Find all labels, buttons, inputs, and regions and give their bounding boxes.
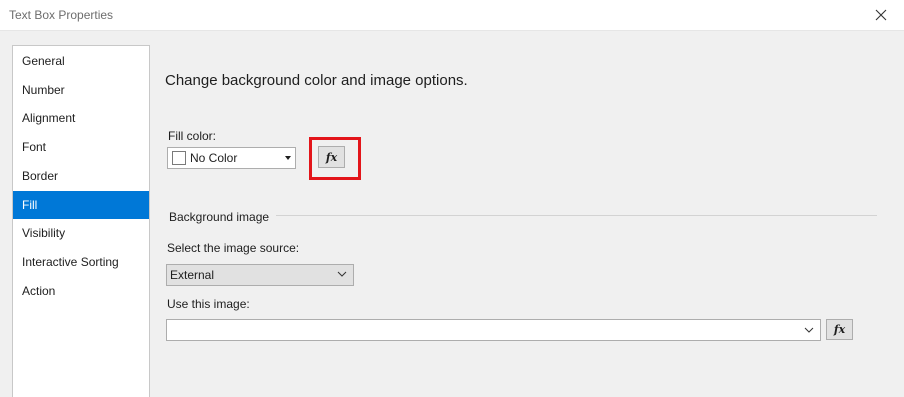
fx-icon: fx: [833, 323, 846, 336]
image-source-value: External: [170, 268, 215, 282]
fill-expression-button[interactable]: fx: [318, 146, 345, 168]
sidebar-item-fill[interactable]: Fill: [13, 191, 149, 219]
page-heading: Change background color and image option…: [165, 72, 468, 89]
dropdown-arrow-icon: [285, 156, 291, 160]
sidebar-item-number[interactable]: Number: [13, 76, 149, 104]
color-swatch: [172, 151, 186, 165]
sidebar-item-visibility[interactable]: Visibility: [13, 219, 149, 247]
chevron-down-icon: [337, 271, 347, 277]
fx-icon: fx: [325, 150, 338, 164]
chevron-down-icon[interactable]: [804, 325, 814, 335]
image-source-select[interactable]: External: [166, 264, 354, 286]
window-title: Text Box Properties: [9, 8, 114, 22]
sidebar-item-interactive-sorting[interactable]: Interactive Sorting: [13, 248, 149, 276]
sidebar-item-action[interactable]: Action: [13, 277, 149, 305]
sidebar-item-label: Number: [22, 83, 65, 97]
sidebar-item-font[interactable]: Font: [13, 133, 149, 161]
image-expression-button[interactable]: fx: [826, 319, 853, 340]
close-button[interactable]: [858, 0, 904, 30]
close-icon: [875, 9, 887, 21]
sidebar-item-general[interactable]: General: [13, 47, 149, 75]
sidebar-item-label: Alignment: [22, 111, 76, 125]
sidebar-item-label: Font: [22, 140, 47, 154]
image-combobox[interactable]: [166, 319, 821, 341]
sidebar-item-label: Interactive Sorting: [22, 255, 119, 269]
sidebar-item-label: Fill: [22, 198, 38, 212]
sidebar-item-label: Visibility: [22, 226, 66, 240]
use-image-label: Use this image:: [167, 297, 250, 311]
sidebar-item-border[interactable]: Border: [13, 162, 149, 190]
fill-color-value: No Color: [190, 151, 238, 165]
title-bar: Text Box Properties: [0, 0, 904, 31]
fill-color-dropdown[interactable]: No Color: [167, 147, 296, 169]
group-divider: [276, 215, 877, 216]
sidebar-item-label: General: [22, 54, 65, 68]
background-image-group-label: Background image: [169, 210, 270, 224]
fill-color-label: Fill color:: [168, 129, 217, 143]
sidebar-item-alignment[interactable]: Alignment: [13, 104, 149, 132]
image-source-label: Select the image source:: [167, 241, 300, 255]
sidebar-item-label: Action: [22, 284, 56, 298]
sidebar-item-label: Border: [22, 169, 59, 183]
category-list: General Number Alignment Font Border Fil…: [12, 45, 150, 397]
